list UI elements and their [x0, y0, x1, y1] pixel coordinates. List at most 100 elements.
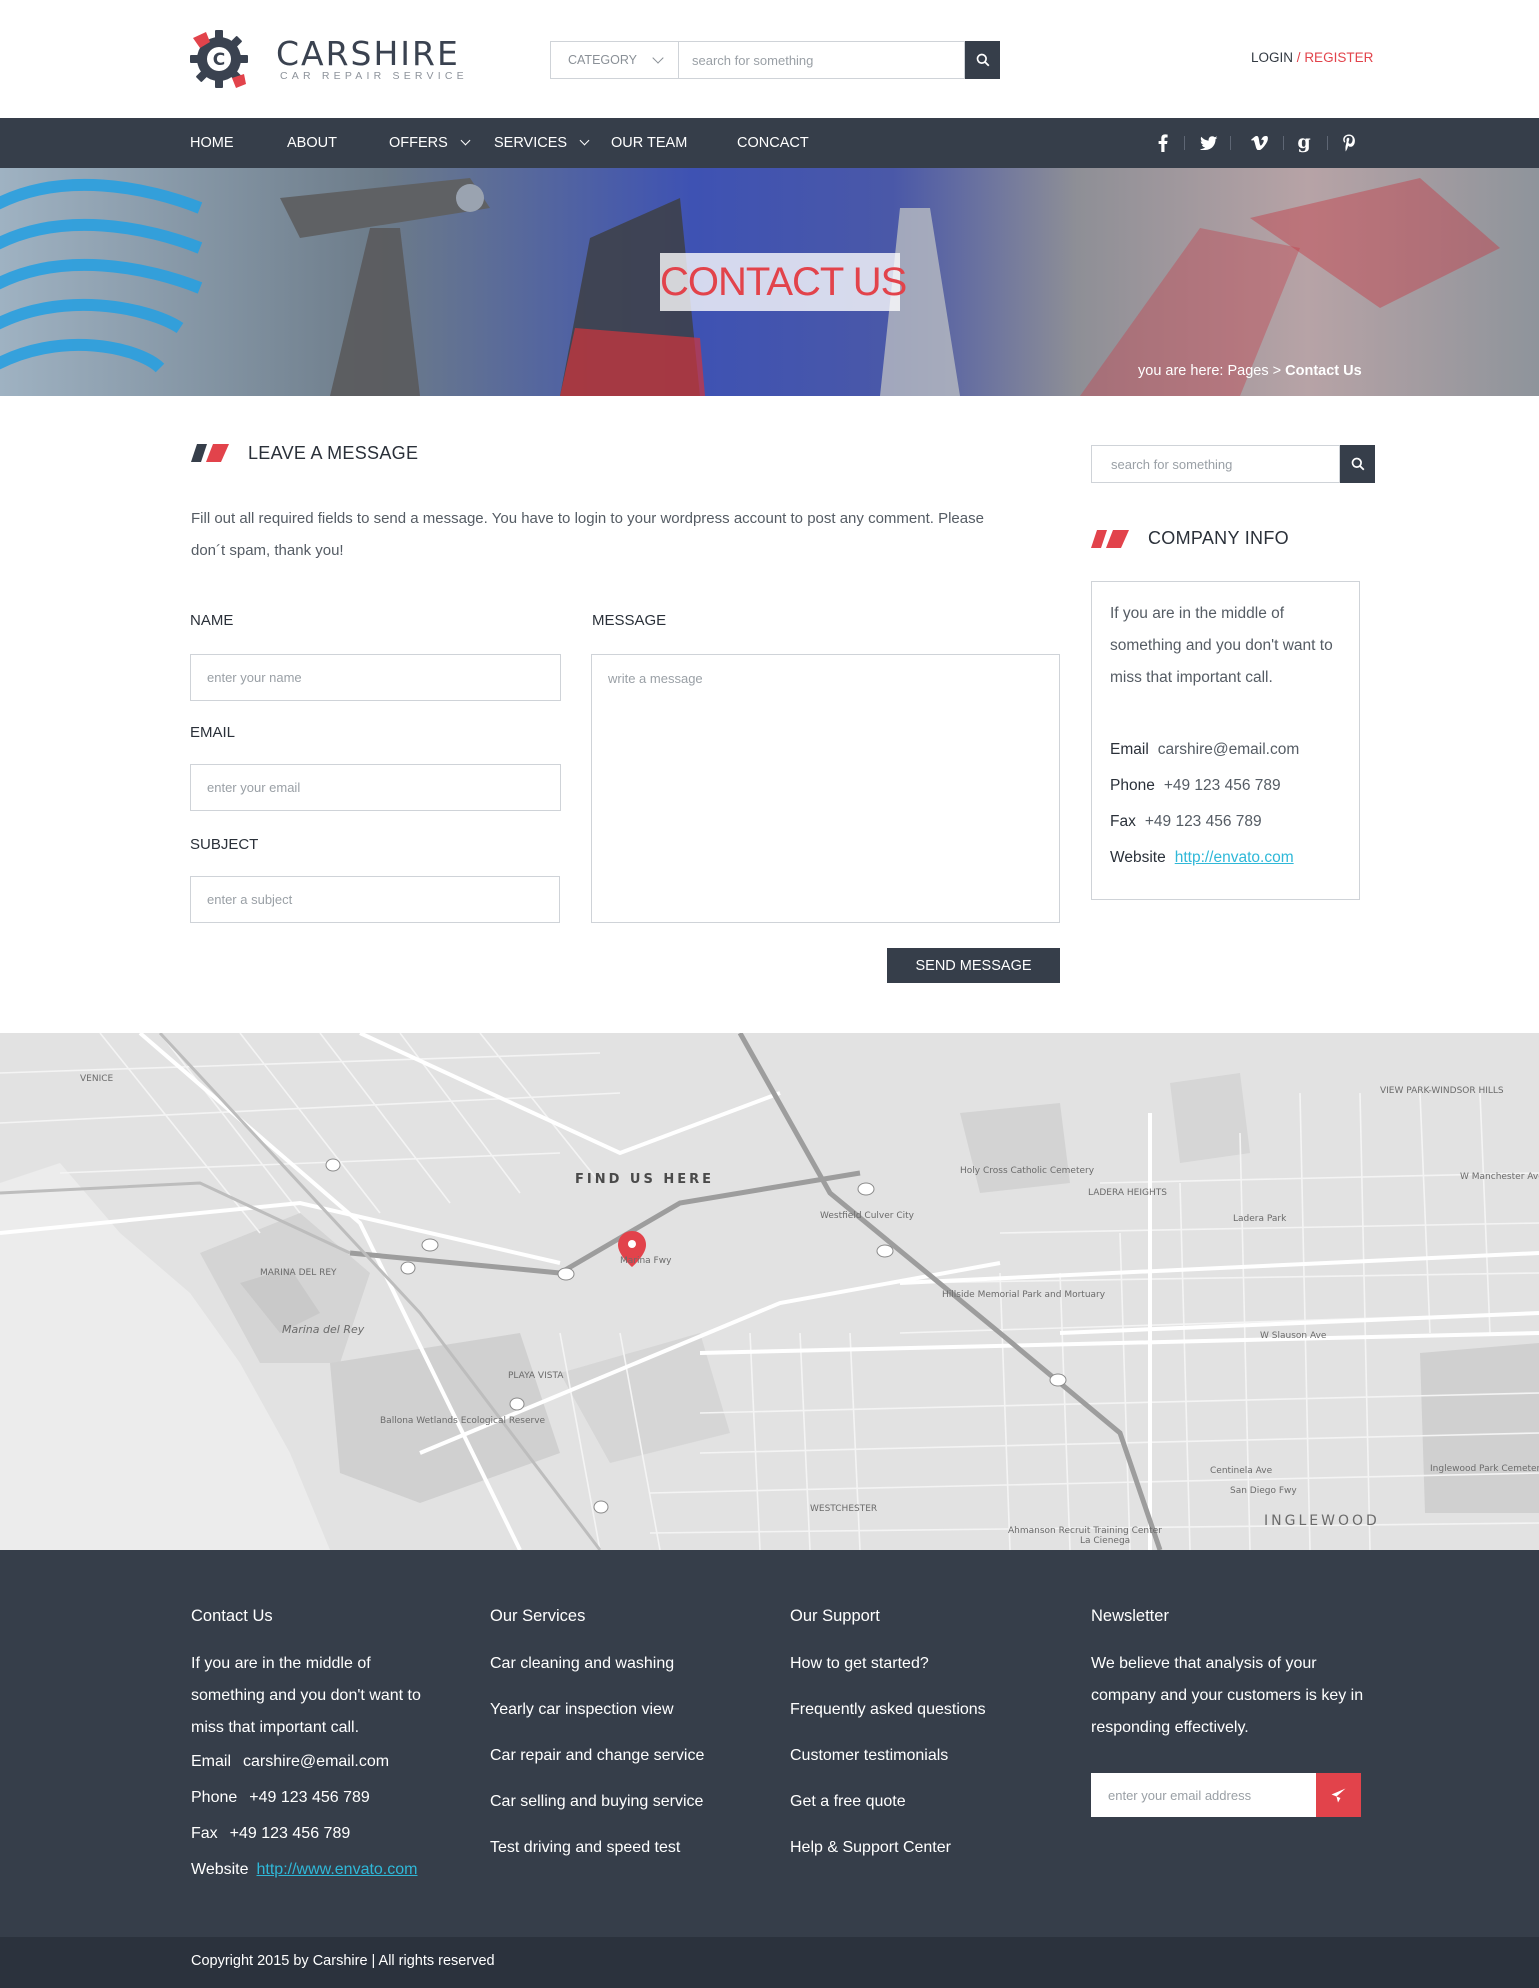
brand-tagline: CAR REPAIR SERVICE [280, 70, 468, 82]
sidebar-search-button[interactable] [1340, 445, 1375, 483]
pinterest-icon[interactable] [1334, 118, 1364, 168]
footer-newsletter-text: We believe that analysis of your company… [1091, 1655, 1364, 1736]
register-link[interactable]: REGISTER [1304, 50, 1373, 65]
vimeo-icon[interactable] [1244, 118, 1274, 168]
subject-placeholder: enter a subject [207, 892, 293, 907]
sidebar-search-placeholder: search for something [1111, 456, 1233, 472]
header-search: CATEGORY [550, 41, 1000, 79]
location-map[interactable]: FIND US HERE VENICE MARINA DEL REY Marin… [0, 1033, 1539, 1550]
footer-contact-text: If you are in the middle of something an… [191, 1655, 421, 1736]
double-stripe-icon [191, 444, 229, 462]
footer-support-link[interactable]: Get a free quote [790, 1793, 906, 1811]
footer-services-title: Our Services [490, 1607, 586, 1625]
company-phone: +49 123 456 789 [1163, 777, 1281, 794]
map-place: W Slauson Ave [1260, 1331, 1327, 1341]
map-place: Holy Cross Catholic Cemetery [960, 1166, 1095, 1176]
footer-newsletter-title: Newsletter [1091, 1607, 1169, 1625]
newsletter-email-input[interactable]: enter your email address [1091, 1773, 1316, 1817]
name-label: NAME [190, 612, 234, 629]
social-divider [1327, 136, 1328, 150]
sidebar-search: search for something [1091, 445, 1375, 483]
newsletter-submit-button[interactable] [1316, 1773, 1361, 1817]
facebook-icon[interactable] [1148, 118, 1178, 168]
subject-label: SUBJECT [190, 836, 259, 853]
footer-phone: +49 123 456 789 [249, 1789, 370, 1806]
send-message-button[interactable]: SEND MESSAGE [887, 948, 1060, 983]
footer-support-link[interactable]: Help & Support Center [790, 1839, 951, 1857]
breadcrumb-separator: > [1272, 363, 1282, 379]
login-link[interactable]: LOGIN [1251, 50, 1293, 65]
company-phone-row: Phone +49 123 456 789 [1110, 777, 1281, 795]
main-nav: HOME ABOUT OFFERS SERVICES OUR TEAM CONC… [0, 118, 1539, 168]
nav-label: OFFERS [389, 135, 448, 151]
category-select[interactable]: CATEGORY [550, 41, 678, 79]
breadcrumb-item-pages[interactable]: Pages [1227, 363, 1268, 379]
login-separator: / [1296, 50, 1301, 65]
footer-website-key: Website [191, 1861, 249, 1878]
sidebar-search-input[interactable]: search for something [1091, 445, 1340, 483]
footer-service-link[interactable]: Car selling and buying service [490, 1793, 703, 1811]
map-place: San Diego Fwy [1230, 1486, 1297, 1496]
social-divider [1283, 136, 1284, 150]
chevron-down-icon [460, 135, 471, 146]
message-field[interactable]: write a message [591, 654, 1060, 923]
company-website-link[interactable]: http://envato.com [1175, 849, 1294, 866]
map-label: FIND US HERE [575, 1172, 714, 1187]
nav-item-services[interactable]: SERVICES [494, 118, 590, 168]
map-place: Ladera Park [1233, 1214, 1287, 1224]
category-label: CATEGORY [568, 53, 637, 67]
newsletter-form: enter your email address [1091, 1773, 1361, 1817]
footer-service-link[interactable]: Car repair and change service [490, 1747, 704, 1765]
footer-service-link[interactable]: Test driving and speed test [490, 1839, 680, 1857]
email-field[interactable]: enter your email [190, 764, 561, 811]
chevron-down-icon [652, 52, 664, 64]
message-label: MESSAGE [592, 612, 667, 629]
search-icon [1351, 457, 1364, 471]
logo[interactable]: C CARSHIRE CAR REPAIR SERVICE [188, 26, 468, 92]
social-divider [1184, 136, 1185, 150]
message-placeholder: write a message [608, 671, 703, 686]
footer-service-link[interactable]: Yearly car inspection view [490, 1701, 674, 1719]
social-divider [1230, 136, 1231, 150]
footer-support-link[interactable]: Customer testimonials [790, 1747, 948, 1765]
chevron-down-icon [579, 135, 590, 146]
email-key: Email [1110, 741, 1149, 758]
footer-support-link[interactable]: How to get started? [790, 1655, 929, 1673]
map-place: PLAYA VISTA [508, 1371, 564, 1381]
company-info-text: If you are in the middle of something an… [1110, 605, 1333, 686]
copyright-text: Copyright 2015 by Carshire | All rights … [191, 1953, 495, 1969]
company-email[interactable]: carshire@email.com [1158, 741, 1300, 758]
twitter-icon[interactable] [1194, 118, 1224, 168]
footer-phone-row: Phone +49 123 456 789 [191, 1789, 370, 1807]
nav-item-our-team[interactable]: OUR TEAM [611, 118, 687, 168]
nav-label: HOME [190, 135, 234, 151]
nav-item-about[interactable]: ABOUT [287, 118, 337, 168]
phone-key: Phone [1110, 777, 1155, 794]
company-email-row: Email carshire@email.com [1110, 741, 1299, 759]
site-header: C CARSHIRE CAR REPAIR SERVICE CATEGORY L… [0, 0, 1539, 118]
map-place: MARINA DEL REY [260, 1268, 337, 1278]
website-key: Website [1110, 849, 1166, 866]
name-field[interactable]: enter your name [190, 654, 561, 701]
footer-support-link[interactable]: Frequently asked questions [790, 1701, 986, 1719]
site-footer: Contact Us If you are in the middle of s… [0, 1550, 1539, 1937]
header-search-button[interactable] [965, 41, 1000, 79]
nav-label: ABOUT [287, 135, 337, 151]
breadcrumb-current: Contact Us [1285, 363, 1362, 379]
company-website-row: Website http://envato.com [1110, 849, 1294, 867]
map-place: LADERA HEIGHTS [1088, 1188, 1167, 1198]
footer-email[interactable]: carshire@email.com [243, 1753, 389, 1770]
nav-item-offers[interactable]: OFFERS [389, 118, 471, 168]
logo-letter: C [213, 50, 225, 70]
account-links: LOGIN / REGISTER [1251, 50, 1373, 65]
company-fax: +49 123 456 789 [1144, 813, 1262, 830]
footer-fax-row: Fax +49 123 456 789 [191, 1825, 350, 1843]
nav-item-contact[interactable]: CONCACT [737, 118, 809, 168]
map-place: Marina del Rey [282, 1323, 365, 1336]
footer-service-link[interactable]: Car cleaning and washing [490, 1655, 674, 1673]
header-search-input[interactable] [678, 41, 965, 79]
footer-website-link[interactable]: http://www.envato.com [257, 1861, 418, 1878]
subject-field[interactable]: enter a subject [190, 876, 560, 923]
google-icon[interactable]: g [1289, 118, 1319, 168]
nav-item-home[interactable]: HOME [190, 118, 234, 168]
